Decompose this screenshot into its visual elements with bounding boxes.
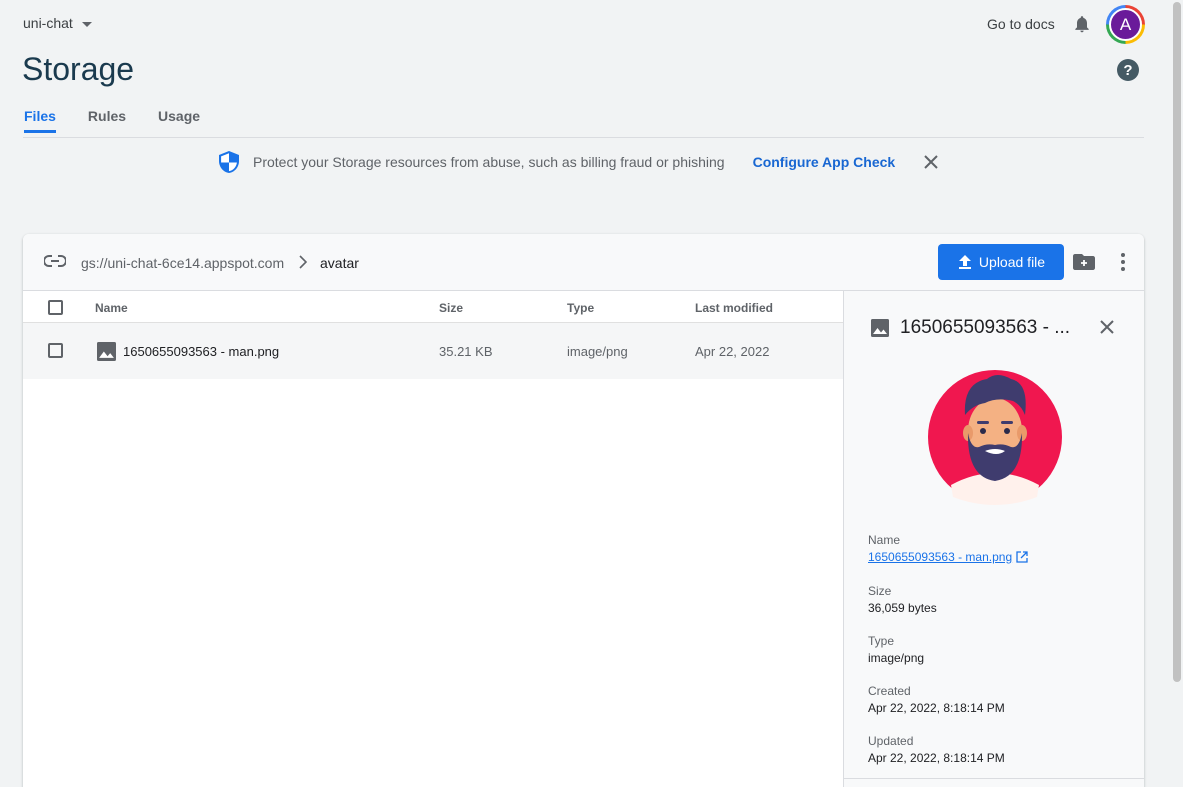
upload-icon (958, 255, 971, 269)
column-last-modified[interactable]: Last modified (695, 301, 773, 315)
select-all-checkbox[interactable] (48, 300, 63, 315)
image-preview (928, 370, 1062, 505)
project-selector[interactable]: uni-chat (23, 15, 92, 31)
column-name[interactable]: Name (95, 301, 128, 315)
tab-rules[interactable]: Rules (88, 108, 126, 133)
meta-name-label: Name (868, 533, 901, 547)
page-scrollbar[interactable] (1171, 0, 1183, 787)
image-file-icon (871, 319, 889, 337)
column-size[interactable]: Size (439, 301, 463, 315)
scrollbar-thumb[interactable] (1173, 2, 1181, 682)
breadcrumb-bucket[interactable]: gs://uni-chat-6ce14.appspot.com (81, 255, 284, 271)
configure-app-check-link[interactable]: Configure App Check (753, 154, 896, 170)
close-icon[interactable] (923, 154, 939, 170)
card-header: gs://uni-chat-6ce14.appspot.com avatar U… (23, 234, 1144, 291)
meta-updated-label: Updated (868, 734, 914, 748)
tab-bar: Files Rules Usage (24, 108, 232, 133)
table-row[interactable]: 1650655093563 - man.png 35.21 KB image/p… (23, 323, 843, 379)
file-download-link[interactable]: 1650655093563 - man.png (868, 550, 1028, 564)
app-check-banner: Protect your Storage resources from abus… (219, 151, 939, 173)
tab-files[interactable]: Files (24, 108, 56, 133)
panel-footer-divider (844, 778, 1144, 779)
help-icon[interactable]: ? (1117, 59, 1139, 81)
details-title: 1650655093563 - ... (900, 317, 1071, 338)
meta-type-label: Type (868, 634, 895, 648)
file-modified: Apr 22, 2022 (695, 344, 770, 359)
avatar-letter: A (1109, 8, 1142, 41)
tab-usage[interactable]: Usage (158, 108, 200, 133)
meta-type-value: image/png (868, 651, 925, 665)
meta-name: Name 1650655093563 - man.png (868, 533, 1028, 564)
link-icon[interactable] (44, 254, 66, 268)
open-in-new-icon (1016, 551, 1028, 563)
bell-icon[interactable] (1072, 14, 1092, 34)
file-type: image/png (567, 344, 628, 359)
account-avatar[interactable]: A (1106, 5, 1145, 44)
file-download-link-text: 1650655093563 - man.png (868, 550, 1013, 564)
meta-created: Created Apr 22, 2022, 8:18:14 PM (868, 684, 1005, 715)
row-checkbox[interactable] (48, 343, 63, 358)
meta-size-value: 36,059 bytes (868, 601, 937, 615)
upload-file-button[interactable]: Upload file (938, 244, 1064, 280)
page-title: Storage (22, 51, 135, 87)
upload-file-label: Upload file (978, 254, 1046, 270)
caret-down-icon (81, 21, 92, 27)
file-details-panel: 1650655093563 - ... Name 1650655093563 -… (844, 291, 1144, 787)
meta-size-label: Size (868, 584, 892, 598)
create-folder-icon[interactable] (1073, 252, 1095, 272)
column-type[interactable]: Type (567, 301, 594, 315)
meta-created-value: Apr 22, 2022, 8:18:14 PM (868, 701, 1005, 715)
files-table: Name Size Type Last modified 16506550935… (23, 291, 843, 379)
go-to-docs-link[interactable]: Go to docs (987, 16, 1055, 32)
meta-type: Type image/png (868, 634, 924, 665)
shield-icon (219, 151, 239, 173)
project-name: uni-chat (23, 15, 73, 31)
meta-updated-value: Apr 22, 2022, 8:18:14 PM (868, 751, 1005, 765)
file-browser-card: gs://uni-chat-6ce14.appspot.com avatar U… (23, 234, 1144, 787)
meta-updated: Updated Apr 22, 2022, 8:18:14 PM (868, 734, 1005, 765)
meta-size: Size 36,059 bytes (868, 584, 937, 615)
tabs-divider (23, 137, 1144, 138)
chevron-right-icon (299, 255, 307, 269)
file-size: 35.21 KB (439, 344, 493, 359)
file-name[interactable]: 1650655093563 - man.png (123, 344, 279, 359)
close-icon[interactable] (1100, 320, 1114, 334)
breadcrumb-folder[interactable]: avatar (320, 255, 359, 271)
more-vert-icon[interactable] (1120, 252, 1126, 272)
table-header: Name Size Type Last modified (23, 291, 843, 323)
image-file-icon (97, 342, 116, 361)
meta-created-label: Created (868, 684, 911, 698)
banner-message: Protect your Storage resources from abus… (253, 154, 725, 170)
